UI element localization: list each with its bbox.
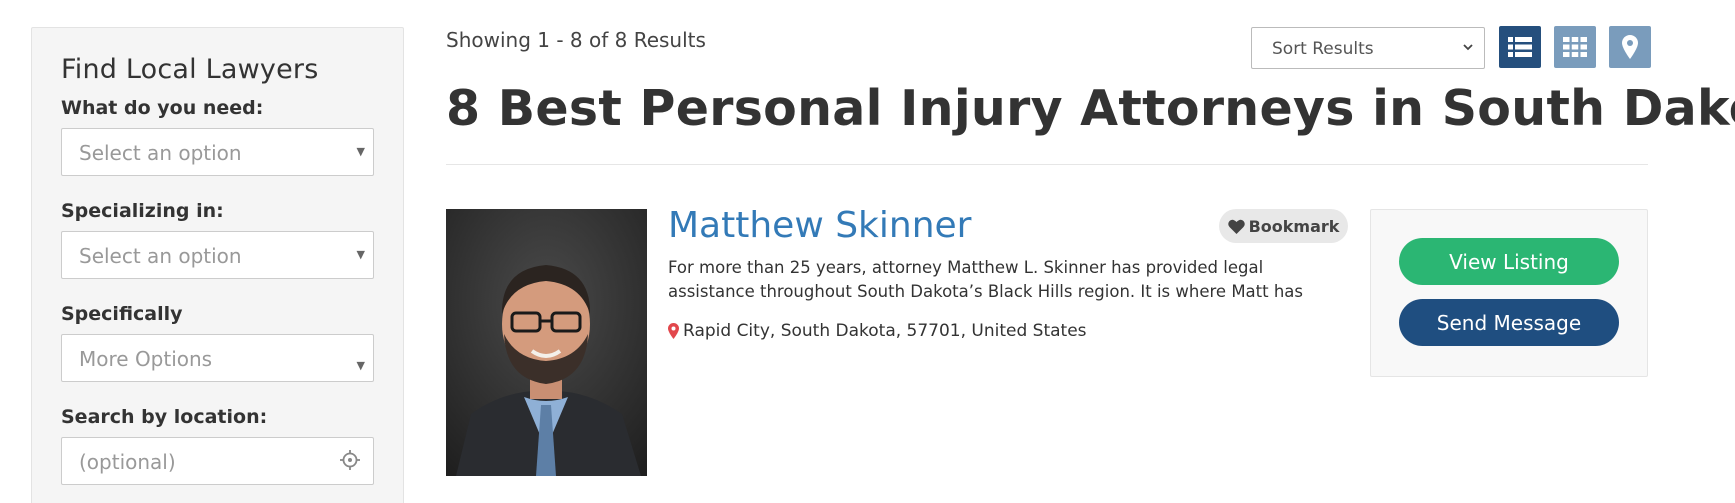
specifically-label: Specifically: [61, 303, 183, 325]
divider: [446, 164, 1648, 165]
bookmark-button[interactable]: Bookmark: [1219, 209, 1348, 243]
specializing-label: Specializing in:: [61, 200, 224, 222]
attorney-photo[interactable]: [446, 209, 647, 476]
attorney-name-link[interactable]: Matthew Skinner: [668, 205, 972, 246]
need-select[interactable]: Select an option ▼: [61, 128, 374, 176]
chevron-down-icon: [1463, 44, 1473, 51]
need-select-placeholder: Select an option: [79, 141, 242, 165]
bookmark-label: Bookmark: [1248, 216, 1340, 236]
send-message-button[interactable]: Send Message: [1399, 299, 1619, 346]
caret-down-icon: ▼: [356, 248, 365, 261]
grid-view-icon: [1563, 37, 1587, 57]
attorney-description: For more than 25 years, attorney Matthew…: [668, 258, 1304, 301]
map-marker-icon: [1622, 35, 1638, 59]
sort-select-label: Sort Results: [1272, 39, 1374, 59]
caret-down-icon: ▼: [356, 359, 365, 372]
location-input[interactable]: (optional): [61, 437, 374, 485]
crosshair-icon[interactable]: [339, 449, 361, 471]
heart-icon: [1227, 219, 1245, 234]
specifically-select-placeholder: More Options: [79, 347, 213, 371]
location-text: Rapid City, South Dakota, 57701, United …: [683, 321, 1087, 341]
map-view-button[interactable]: [1609, 26, 1651, 68]
specializing-select-placeholder: Select an option: [79, 244, 242, 268]
location-input-placeholder: (optional): [79, 450, 176, 474]
list-view-icon: [1508, 37, 1532, 57]
listing-actions: View Listing Send Message: [1370, 209, 1648, 377]
need-label: What do you need:: [61, 97, 264, 119]
sort-select[interactable]: Sort Results: [1251, 27, 1485, 69]
specializing-select[interactable]: Select an option ▼: [61, 231, 374, 279]
sidebar-title: Find Local Lawyers: [61, 54, 319, 85]
results-count: Showing 1 - 8 of 8 Results: [446, 28, 706, 52]
grid-view-button[interactable]: [1554, 26, 1596, 68]
attorney-location: Rapid City, South Dakota, 57701, United …: [668, 321, 1087, 341]
attorney-portrait-image: [446, 209, 647, 476]
view-listing-button[interactable]: View Listing: [1399, 238, 1619, 285]
caret-down-icon: ▼: [356, 145, 365, 158]
page-title: 8 Best Personal Injury Attorneys in Sout…: [446, 80, 1735, 137]
list-view-button[interactable]: [1499, 26, 1541, 68]
specifically-select[interactable]: More Options ▼: [61, 334, 374, 382]
search-sidebar: Find Local Lawyers What do you need: Sel…: [31, 27, 404, 503]
map-pin-icon: [668, 323, 679, 339]
location-label: Search by location:: [61, 406, 268, 428]
